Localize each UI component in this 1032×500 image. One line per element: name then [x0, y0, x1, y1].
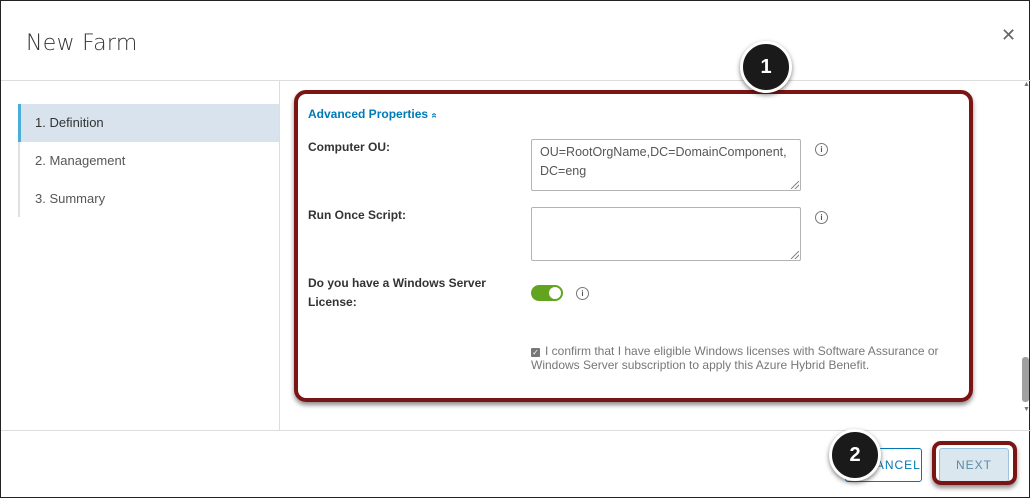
header-divider	[1, 80, 1031, 81]
next-button-callout	[932, 441, 1017, 485]
scrollbar-thumb[interactable]	[1022, 357, 1029, 402]
scroll-down-icon[interactable]: ▼	[1023, 406, 1030, 413]
footer-divider	[1, 430, 1031, 431]
dialog-title: New Farm	[26, 31, 138, 56]
callout-badge-2: 2	[829, 429, 881, 481]
close-icon[interactable]: ✕	[1001, 25, 1016, 46]
content-divider	[279, 81, 280, 430]
advanced-properties-callout	[294, 90, 973, 402]
sidebar-item-summary[interactable]: 3. Summary	[18, 180, 279, 218]
scroll-up-icon[interactable]: ▲	[1023, 81, 1030, 88]
sidebar-item-management[interactable]: 2. Management	[18, 142, 279, 180]
sidebar-item-definition[interactable]: 1. Definition	[18, 104, 279, 142]
callout-badge-1: 1	[740, 41, 792, 93]
wizard-sidebar: 1. Definition 2. Management 3. Summary	[18, 104, 279, 218]
